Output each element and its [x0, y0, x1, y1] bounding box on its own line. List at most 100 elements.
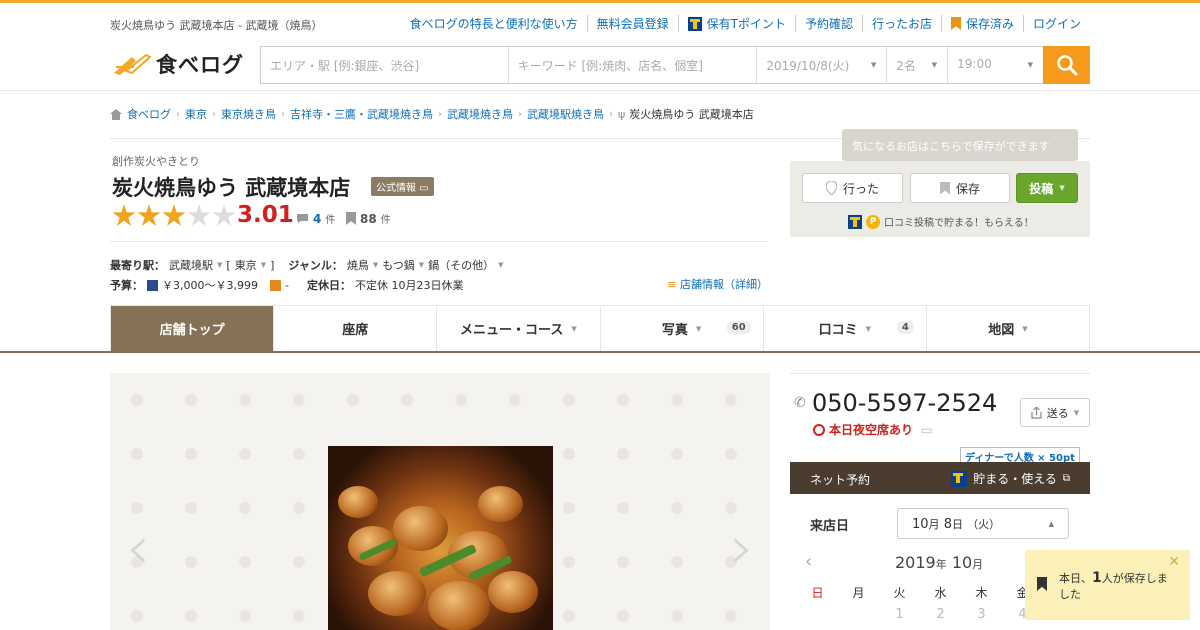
tab-menu[interactable]: メニュー・コース ▼	[436, 306, 599, 351]
official-info-badge[interactable]: 公式情報 ▭	[371, 177, 434, 196]
tab-label: 地図	[988, 323, 1015, 338]
breadcrumb-item[interactable]: 武蔵境焼き鳥	[447, 106, 513, 122]
calendar-year-unit: 年	[935, 558, 947, 571]
carousel-prev-arrow[interactable]: ‹	[126, 513, 150, 583]
tab-map[interactable]: 地図 ▼	[925, 306, 1089, 351]
chevron-down-icon: ▼	[1059, 184, 1065, 192]
tab-top[interactable]: 店舗トップ	[111, 306, 274, 351]
reservations-link[interactable]: 予約確認	[794, 15, 862, 32]
save-button[interactable]: 保存	[910, 173, 1010, 203]
dinner-icon	[147, 279, 158, 291]
shop-info-link-label: 店舗情報（詳細）	[680, 278, 768, 291]
tab-photos[interactable]: 写真 ▼ 60	[599, 306, 763, 351]
calendar-prev-arrow[interactable]: ‹	[805, 551, 812, 572]
date-month-unit: 月	[928, 518, 940, 531]
breadcrumb-item[interactable]: 食べログ	[127, 106, 171, 122]
calendar-day[interactable]: 3	[961, 607, 1002, 622]
date-day-unit: 日	[951, 518, 963, 531]
login-link[interactable]: ログイン	[1022, 15, 1090, 32]
area-bracket-close: ]	[270, 258, 275, 272]
area-search-input[interactable]: エリア・駅 [例:銀座、渋谷]	[261, 47, 509, 83]
store-subcategory: 創作炭火やきとり	[112, 155, 200, 168]
list-icon: ≡	[667, 278, 677, 291]
genre-item[interactable]: 鍋（その他）	[428, 257, 494, 273]
phone-value: 050-5597-2524	[812, 389, 998, 417]
tabelog-logo[interactable]: 食べログ	[112, 49, 244, 79]
genre-item[interactable]: もつ鍋	[382, 257, 415, 273]
page-tagline: 炭火焼鳥ゆう 武蔵境本店 - 武蔵境（焼鳥）	[110, 19, 323, 32]
availability-status: 本日夜空席あり ▭	[813, 421, 932, 438]
features-link[interactable]: 食べログの特長と便利な使い方	[401, 15, 587, 32]
save-notification-popup: ✕ 本日、1人が保存しました	[1025, 550, 1190, 620]
calendar-day[interactable]: 1	[879, 607, 920, 622]
phone-number: ✆ 050-5597-2524	[794, 389, 997, 417]
save-unit: 件	[380, 215, 391, 226]
tab-reviews[interactable]: 口コミ ▼ 4	[762, 306, 926, 351]
save-panel-note: P 口コミ投稿で貯まる！もらえる！	[848, 214, 1034, 229]
star-icon	[112, 204, 136, 226]
breadcrumb-item[interactable]: 吉祥寺・三鷹・武蔵境焼き鳥	[290, 106, 433, 122]
breadcrumb-item[interactable]: 武蔵境駅焼き鳥	[527, 106, 604, 122]
review-unit: 件	[325, 215, 336, 226]
star-icon	[162, 204, 186, 226]
weekday-label: 月	[852, 586, 865, 600]
share-icon	[1031, 406, 1042, 419]
features-link-label: 食べログの特長と便利な使い方	[409, 17, 578, 31]
weekday-label: 日	[811, 586, 824, 600]
tab-label: メニュー・コース	[460, 323, 564, 338]
people-select[interactable]: 2名	[887, 47, 949, 83]
external-link-icon: ⧉	[1062, 473, 1070, 484]
went-button[interactable]: 行った	[802, 173, 903, 203]
point-icon: P	[866, 214, 880, 229]
post-review-button[interactable]: 投稿 ▼	[1016, 173, 1078, 203]
saved-link[interactable]: 保存済み	[940, 15, 1023, 32]
phone-icon: ✆	[794, 395, 806, 411]
breadcrumb-item[interactable]: 東京焼き鳥	[221, 106, 276, 122]
nearest-station[interactable]: 武蔵境駅	[169, 257, 213, 273]
tpoint-usage-link[interactable]: 貯まる・使える ⧉	[951, 470, 1070, 487]
calendar-day[interactable]: 2	[920, 607, 961, 622]
carousel-next-arrow[interactable]: ›	[730, 513, 754, 583]
rating-score: 3.01	[237, 202, 294, 228]
search-button[interactable]	[1043, 46, 1090, 84]
genre-item[interactable]: 焼鳥	[347, 257, 369, 273]
time-select[interactable]: 19:00	[948, 47, 1043, 83]
lunch-icon	[269, 279, 281, 291]
register-link[interactable]: 無料会員登録	[586, 15, 678, 32]
tpoint-link-label: 保有Tポイント	[706, 17, 786, 31]
bookmark-icon	[950, 17, 961, 30]
keyword-search-input[interactable]: キーワード [例:焼肉、店名、個室]	[509, 47, 758, 83]
holiday-label: 定休日：	[306, 279, 351, 292]
star-icon	[212, 204, 236, 226]
tab-label: 写真	[661, 323, 688, 338]
weekday-label: 火	[893, 586, 906, 600]
visit-date-label: 来店日	[810, 519, 850, 534]
date-select[interactable]: 2019/10/8(火)	[757, 47, 888, 83]
tpoint-icon	[687, 16, 702, 31]
weekday-label: 木	[975, 586, 988, 600]
tpoint-link[interactable]: 保有Tポイント	[677, 15, 795, 32]
visit-date-select[interactable]: 10月 8日 （火）	[897, 508, 1069, 539]
review-count[interactable]: 4件	[296, 211, 335, 226]
food-photo[interactable]	[328, 446, 553, 630]
breadcrumb-item[interactable]: 東京	[185, 106, 207, 122]
tab-label: 座席	[342, 323, 369, 338]
net-reservation-header: ネット予約 貯まる・使える ⧉	[790, 462, 1090, 494]
tab-seats[interactable]: 座席	[273, 306, 436, 351]
tab-label: 店舗トップ	[159, 323, 225, 338]
store-budget-holiday: 予算： ￥3,000～￥3,999 - 定休日： 不定休 10月23日休業	[110, 277, 463, 293]
availability-text: 本日夜空席あり	[829, 423, 914, 437]
comment-icon: ▭	[921, 422, 933, 437]
visited-link[interactable]: 行ったお店	[861, 15, 941, 32]
budget-dinner: ￥3,000～￥3,999	[162, 279, 258, 292]
date-month: 10	[912, 517, 929, 532]
shop-info-link[interactable]: ≡ 店舗情報（詳細）	[667, 276, 768, 292]
close-icon[interactable]: ✕	[1168, 554, 1180, 570]
circle-icon	[813, 423, 825, 436]
save-tooltip: 気になるお店はこちらで保存ができます	[842, 129, 1078, 168]
tab-label: 口コミ	[818, 323, 858, 338]
budget-lunch: -	[284, 278, 289, 292]
send-button[interactable]: 送る ▼	[1020, 398, 1090, 427]
tab-underline	[0, 351, 1200, 353]
area-name[interactable]: 東京	[235, 257, 257, 273]
